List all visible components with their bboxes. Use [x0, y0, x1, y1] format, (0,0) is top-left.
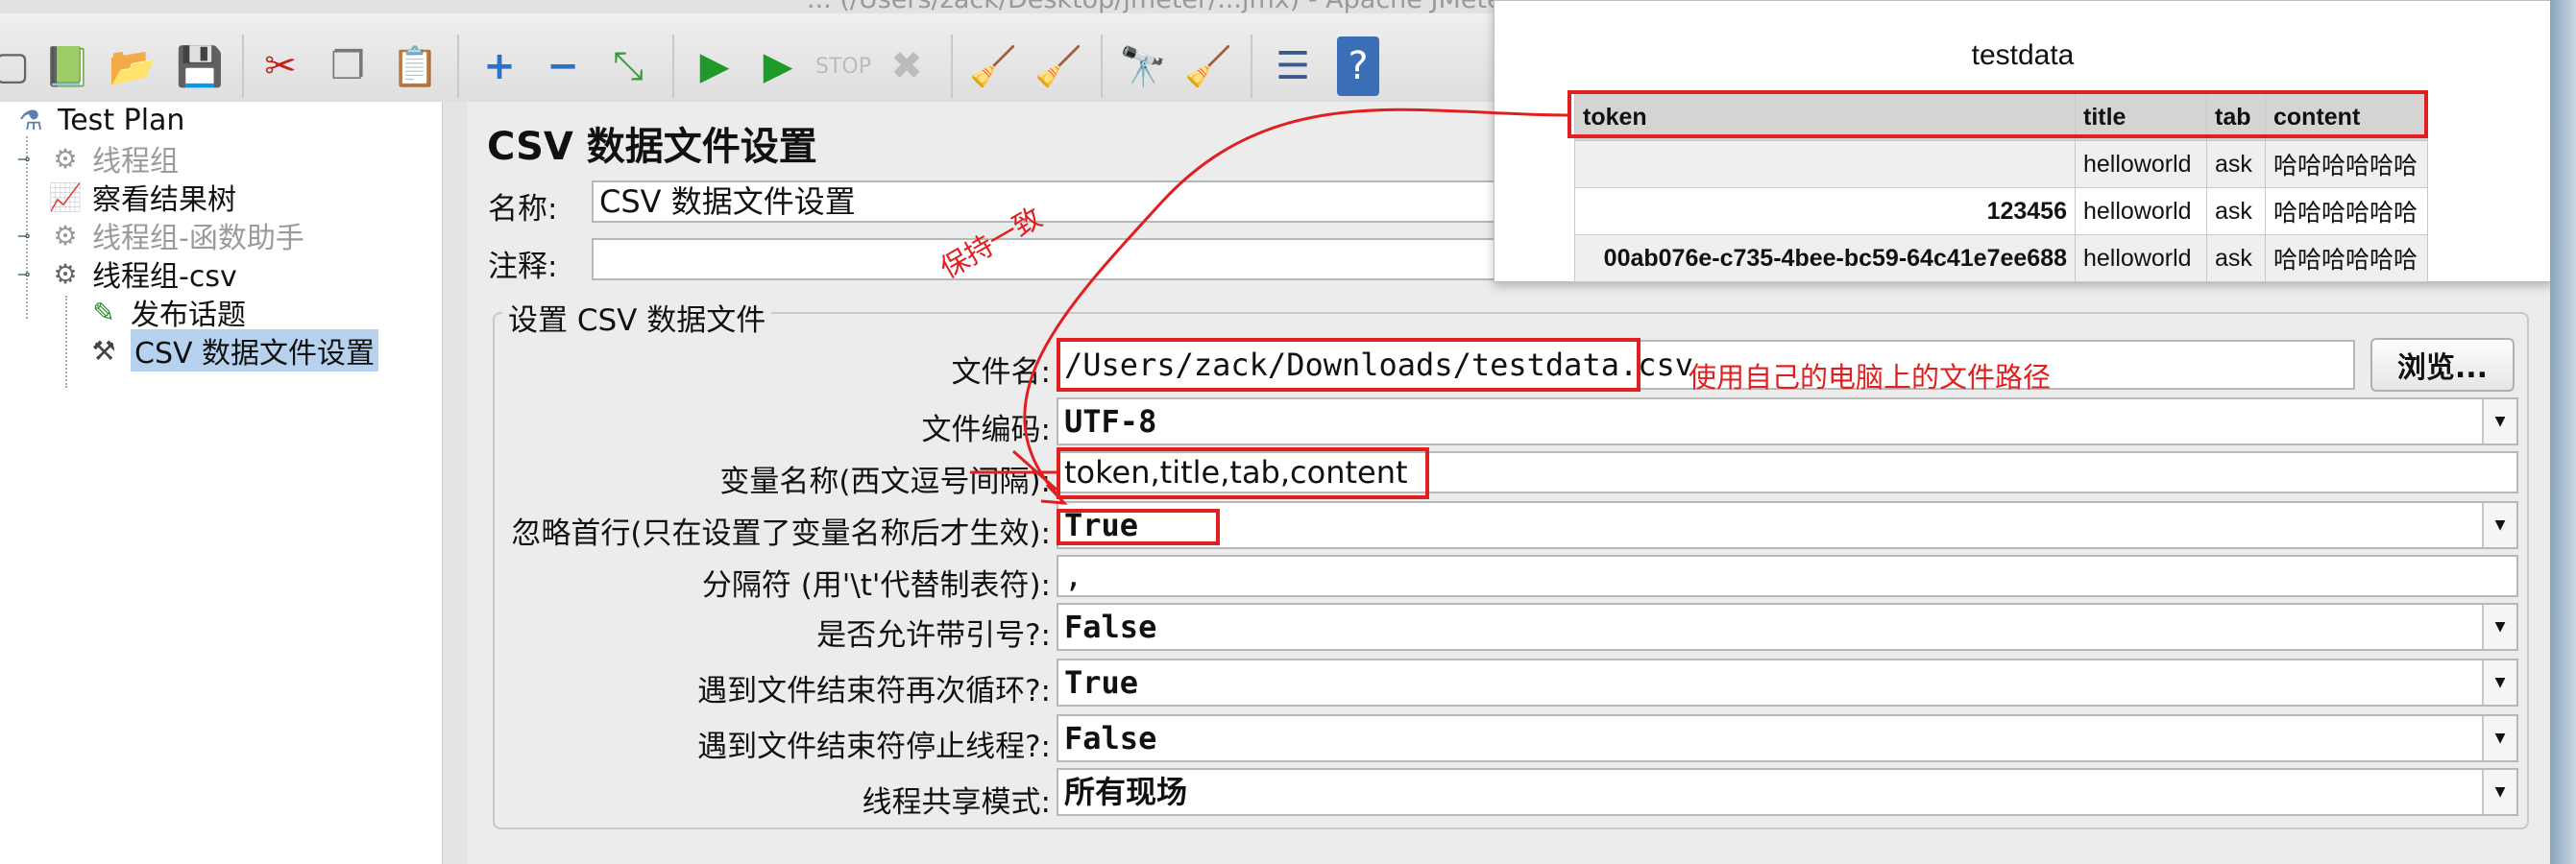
annotation-arrow-line	[1012, 449, 1057, 492]
annotation-arrows	[970, 108, 1568, 505]
annotation-arrow-curve	[1023, 108, 1568, 501]
